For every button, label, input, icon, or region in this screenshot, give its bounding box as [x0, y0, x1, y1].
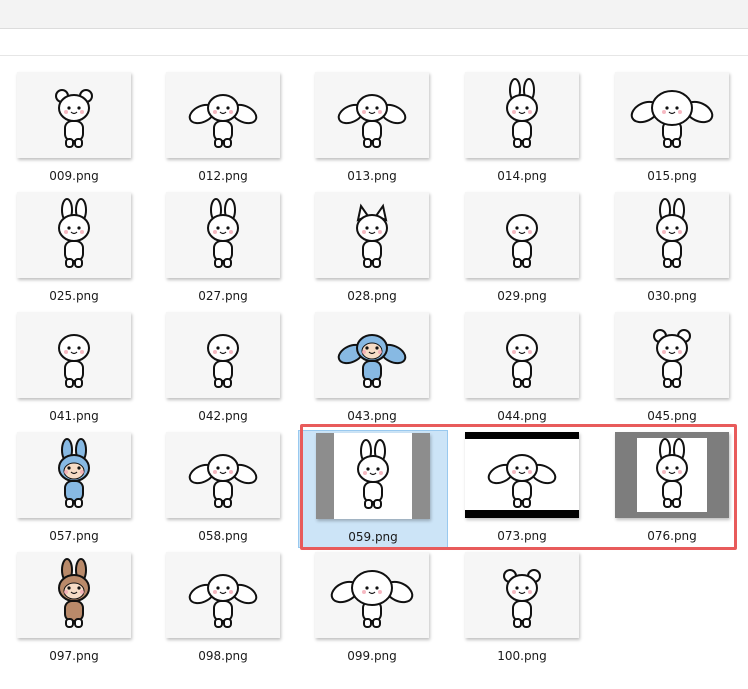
file-name-label: 027.png — [198, 289, 248, 303]
file-thumbnail — [615, 432, 729, 518]
file-item[interactable]: 027.png — [149, 190, 299, 308]
file-name-label: 045.png — [647, 409, 697, 423]
file-thumbnail — [315, 72, 429, 158]
file-thumbnail — [166, 72, 280, 158]
file-item[interactable]: 014.png — [448, 70, 598, 188]
file-thumbnail — [465, 312, 579, 398]
file-item[interactable]: 058.png — [149, 430, 299, 548]
file-name-label: 076.png — [647, 529, 697, 543]
file-thumbnail — [315, 552, 429, 638]
file-item[interactable]: 041.png — [0, 310, 150, 428]
file-item[interactable]: 013.png — [298, 70, 448, 188]
file-name-label: 013.png — [347, 169, 397, 183]
file-name-label: 044.png — [497, 409, 547, 423]
file-name-label: 059.png — [348, 530, 398, 544]
file-item[interactable]: 098.png — [149, 550, 299, 668]
file-thumbnail — [17, 432, 131, 518]
file-thumbnail — [166, 552, 280, 638]
file-item[interactable]: 015.png — [598, 70, 748, 188]
file-item[interactable]: 100.png — [448, 550, 598, 668]
file-name-label: 012.png — [198, 169, 248, 183]
file-thumbnail — [166, 432, 280, 518]
file-thumbnail — [17, 312, 131, 398]
file-thumbnail — [465, 552, 579, 638]
file-item[interactable]: 045.png — [598, 310, 748, 428]
file-name-label: 058.png — [198, 529, 248, 543]
file-item[interactable]: 009.png — [0, 70, 150, 188]
file-name-label: 042.png — [198, 409, 248, 423]
file-thumbnail — [315, 312, 429, 398]
file-name-label: 097.png — [49, 649, 99, 663]
file-item[interactable]: 059.png — [298, 430, 448, 548]
file-name-label: 099.png — [347, 649, 397, 663]
file-thumbnail — [316, 433, 430, 519]
file-thumbnail — [315, 192, 429, 278]
file-item[interactable]: 043.png — [298, 310, 448, 428]
file-item[interactable]: 025.png — [0, 190, 150, 308]
file-item[interactable]: 073.png — [448, 430, 598, 548]
file-thumbnail — [17, 192, 131, 278]
file-item[interactable]: 076.png — [598, 430, 748, 548]
file-item[interactable]: 097.png — [0, 550, 150, 668]
file-name-label: 073.png — [497, 529, 547, 543]
file-name-label: 057.png — [49, 529, 99, 543]
file-name-label: 025.png — [49, 289, 99, 303]
file-name-label: 100.png — [497, 649, 547, 663]
file-thumbnail — [465, 72, 579, 158]
file-thumbnail — [17, 72, 131, 158]
file-item[interactable]: 029.png — [448, 190, 598, 308]
file-item[interactable]: 028.png — [298, 190, 448, 308]
file-thumbnail — [615, 192, 729, 278]
file-thumbnail — [166, 192, 280, 278]
file-name-label: 030.png — [647, 289, 697, 303]
file-name-label: 014.png — [497, 169, 547, 183]
file-name-label: 009.png — [49, 169, 99, 183]
file-name-label: 015.png — [647, 169, 697, 183]
file-name-label: 041.png — [49, 409, 99, 423]
file-item[interactable]: 030.png — [598, 190, 748, 308]
file-item[interactable]: 012.png — [149, 70, 299, 188]
file-item[interactable]: 057.png — [0, 430, 150, 548]
file-thumbnail — [166, 312, 280, 398]
file-item[interactable]: 044.png — [448, 310, 598, 428]
file-thumbnail — [465, 192, 579, 278]
file-item[interactable]: 042.png — [149, 310, 299, 428]
file-thumbnail — [615, 72, 729, 158]
file-name-label: 029.png — [497, 289, 547, 303]
file-item[interactable]: 099.png — [298, 550, 448, 668]
file-thumbnail — [615, 312, 729, 398]
header-divider — [0, 55, 748, 56]
toolbar — [0, 0, 748, 29]
file-name-label: 043.png — [347, 409, 397, 423]
file-name-label: 028.png — [347, 289, 397, 303]
file-thumbnail — [465, 432, 579, 518]
file-thumbnail — [17, 552, 131, 638]
file-name-label: 098.png — [198, 649, 248, 663]
